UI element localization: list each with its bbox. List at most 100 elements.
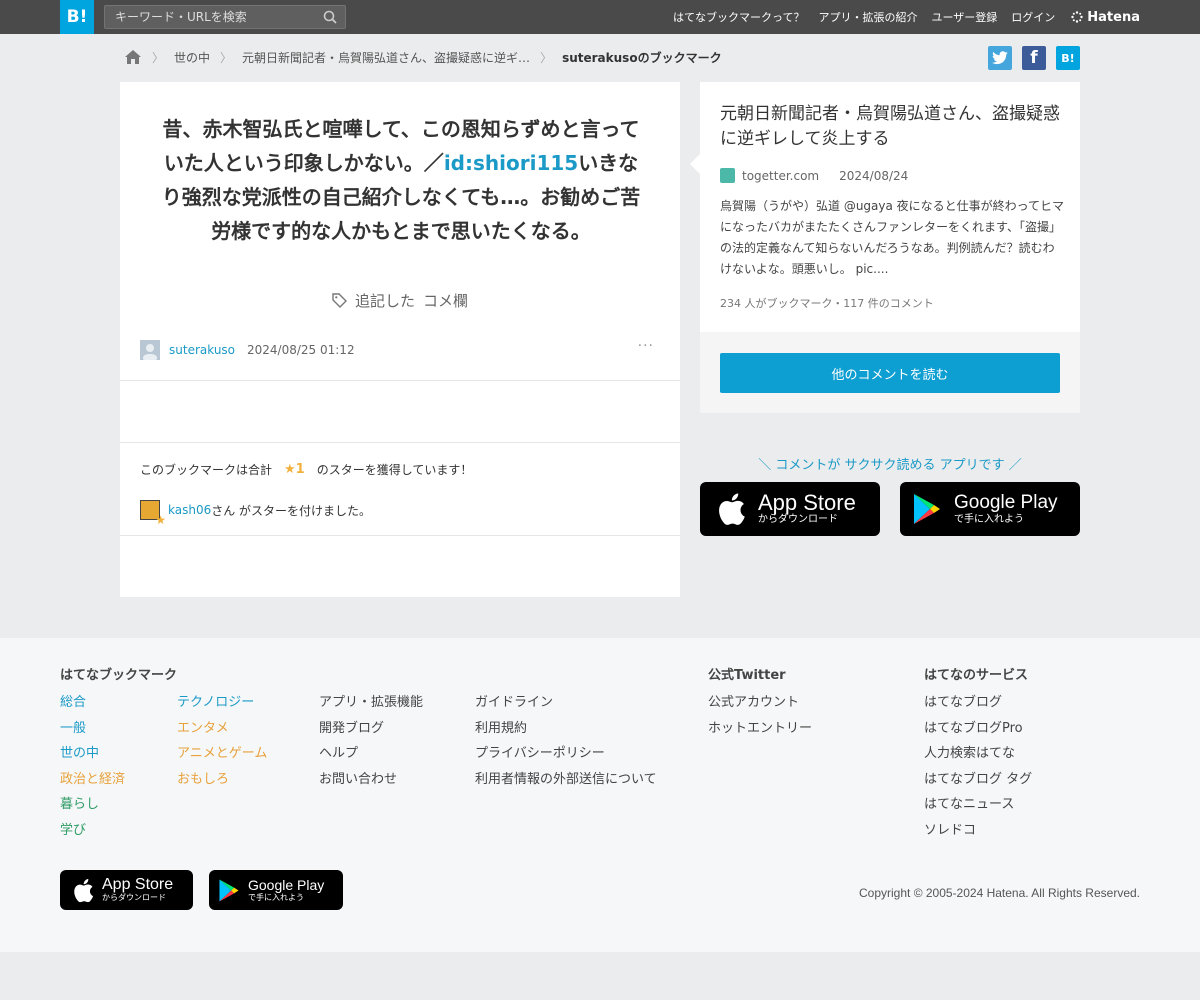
- footer-link[interactable]: ガイドライン: [475, 690, 657, 716]
- footer-twitter-links: 公式アカウント ホットエントリー: [708, 690, 812, 741]
- app-store-title: App Store: [102, 876, 174, 893]
- home-icon[interactable]: [124, 49, 142, 65]
- entry-card: 元朝日新聞記者・烏賀陽弘道さん、盗撮疑惑に逆ギレして炎上する togetter.…: [690, 82, 1080, 413]
- tag-icon: [332, 293, 347, 308]
- facebook-share-button[interactable]: f: [1022, 46, 1046, 70]
- breadcrumb-category[interactable]: 世の中: [174, 49, 210, 66]
- hatena-share-button[interactable]: B!: [1056, 46, 1080, 70]
- footer-link[interactable]: 政治と経済: [60, 767, 125, 793]
- footer-link[interactable]: テクノロジー: [177, 690, 267, 716]
- apple-icon: [719, 493, 745, 525]
- chevron-right-icon: 〉: [540, 50, 553, 65]
- entry-card-footer: 他のコメントを読む: [700, 332, 1080, 413]
- footer-services: はてなブログ はてなブログPro 人力検索はてな はてなブログ タグ はてなニュ…: [924, 690, 1032, 844]
- user-name[interactable]: suterakuso: [169, 343, 235, 357]
- star-summary: このブックマークは合計 ★1 のスターを獲得しています！: [140, 461, 472, 478]
- footer-title-twitter: 公式Twitter: [708, 668, 786, 683]
- breadcrumb-current: suterakusoのブックマーク: [562, 50, 722, 65]
- comment-id-link[interactable]: id:shiori115: [444, 151, 578, 175]
- star-giver-name[interactable]: kash06: [168, 503, 211, 517]
- copyright: Copyright © 2005-2024 Hatena. All Rights…: [859, 886, 1140, 900]
- footer-link[interactable]: ホットエントリー: [708, 716, 812, 742]
- footer-link[interactable]: 総合: [60, 690, 125, 716]
- apple-icon: [74, 878, 94, 902]
- nav-about[interactable]: はてなブックマークって？: [673, 9, 804, 25]
- footer-link[interactable]: アニメとゲーム: [177, 741, 267, 767]
- facebook-icon: f: [1030, 48, 1038, 68]
- footer-link[interactable]: 利用規約: [475, 716, 657, 742]
- footer-link[interactable]: 公式アカウント: [708, 690, 812, 716]
- star-giver-row: ★ kash06 さん がスターを付けました。: [140, 500, 371, 527]
- site-favicon-icon: [720, 168, 735, 183]
- footer-link[interactable]: はてなブログPro: [924, 716, 1032, 742]
- hatena-bookmark-logo[interactable]: B!: [60, 0, 94, 34]
- nav-apps[interactable]: アプリ・拡張の紹介: [819, 9, 918, 25]
- google-play-button[interactable]: Google Play で手に入れよう: [900, 482, 1080, 536]
- app-store-title: App Store: [758, 490, 856, 515]
- search-input[interactable]: [105, 6, 315, 28]
- chevron-right-icon: 〉: [220, 50, 233, 65]
- tag-item[interactable]: 追記した: [355, 290, 415, 311]
- footer-link[interactable]: 暮らし: [60, 792, 125, 818]
- footer-link[interactable]: エンタメ: [177, 716, 267, 742]
- footer-app-store-button[interactable]: App Store からダウンロード: [60, 870, 193, 910]
- top-nav: はてなブックマークって？ アプリ・拡張の紹介 ユーザー登録 ログイン Haten…: [673, 0, 1140, 34]
- footer-link[interactable]: 人力検索はてな: [924, 741, 1032, 767]
- google-play-title: Google Play: [248, 877, 325, 893]
- entry-title[interactable]: 元朝日新聞記者・烏賀陽弘道さん、盗撮疑惑に逆ギレして炎上する: [720, 102, 1065, 152]
- bookmark-card: 昔、赤木智弘氏と喧嘩して、この恩知らずめと言っていた人という印象しかない。／id…: [120, 82, 680, 597]
- bookmark-tags: 追記した コメ欄: [120, 290, 680, 311]
- read-other-comments-button[interactable]: 他のコメントを読む: [720, 353, 1060, 393]
- google-play-icon: [914, 494, 940, 524]
- nav-login[interactable]: ログイン: [1011, 9, 1055, 25]
- footer-link[interactable]: お問い合わせ: [319, 767, 423, 793]
- star-summary-text-2: のスターを獲得しています！: [316, 463, 473, 477]
- app-promo-text: ＼ コメントが サクサク読める アプリです ／: [758, 458, 1022, 473]
- google-play-subtitle: で手に入れよう: [954, 514, 1024, 525]
- more-menu-icon[interactable]: ···: [638, 338, 654, 354]
- footer-link[interactable]: ソレドコ: [924, 818, 1032, 844]
- share-buttons: f B!: [988, 46, 1080, 70]
- star-giver-avatar[interactable]: ★: [140, 500, 166, 527]
- entry-count[interactable]: 234 人がブックマーク・117 件のコメント: [720, 295, 934, 311]
- footer-link[interactable]: おもしろ: [177, 767, 267, 793]
- footer-link[interactable]: はてなブログ タグ: [924, 767, 1032, 793]
- app-store-button[interactable]: App Store からダウンロード: [700, 482, 880, 536]
- hatena-logo-text: Hatena: [1087, 9, 1140, 25]
- footer-google-play-button[interactable]: Google Play で手に入れよう: [209, 870, 343, 910]
- footer-link[interactable]: アプリ・拡張機能: [319, 690, 423, 716]
- footer-link[interactable]: はてなニュース: [924, 792, 1032, 818]
- hatena-bookmark-icon: B!: [1061, 51, 1075, 65]
- nav-register[interactable]: ユーザー登録: [932, 9, 998, 25]
- entry-date: 2024/08/24: [839, 168, 909, 183]
- entry-domain[interactable]: togetter.com: [742, 169, 819, 183]
- footer-link[interactable]: はてなブログ: [924, 690, 1032, 716]
- user-avatar[interactable]: [140, 340, 160, 360]
- tag-item[interactable]: コメ欄: [423, 290, 468, 311]
- footer-categories-b: テクノロジー エンタメ アニメとゲーム おもしろ: [177, 690, 267, 792]
- search-icon[interactable]: [323, 10, 337, 24]
- star-summary-text-1: このブックマークは合計: [140, 463, 273, 477]
- bookmark-date[interactable]: 2024/08/25 01:12: [247, 343, 355, 357]
- google-play-subtitle: で手に入れよう: [248, 893, 304, 902]
- hatena-logo[interactable]: Hatena: [1071, 10, 1140, 25]
- footer-link[interactable]: プライバシーポリシー: [475, 741, 657, 767]
- google-play-labels: Google Play で手に入れよう: [954, 492, 1058, 526]
- footer-links-a: アプリ・拡張機能 開発ブログ ヘルプ お問い合わせ: [319, 690, 423, 792]
- twitter-share-button[interactable]: [988, 46, 1012, 70]
- footer-link[interactable]: ヘルプ: [319, 741, 423, 767]
- default-avatar-icon: [143, 344, 157, 360]
- footer-categories-a: 総合 一般 世の中 政治と経済 暮らし 学び: [60, 690, 125, 844]
- star-count[interactable]: ★1: [284, 462, 305, 477]
- breadcrumb-entry[interactable]: 元朝日新聞記者・烏賀陽弘道さん、盗撮疑惑に逆ギ…: [242, 49, 530, 66]
- breadcrumb: 〉 世の中 〉 元朝日新聞記者・烏賀陽弘道さん、盗撮疑惑に逆ギ… 〉 suter…: [124, 46, 722, 68]
- footer-link[interactable]: 開発ブログ: [319, 716, 423, 742]
- bookmark-user-row: suterakuso 2024/08/25 01:12 ···: [140, 338, 660, 360]
- footer-link[interactable]: 学び: [60, 818, 125, 844]
- footer-link[interactable]: 一般: [60, 716, 125, 742]
- footer-link[interactable]: 世の中: [60, 741, 125, 767]
- app-store-subtitle: からダウンロード: [758, 514, 838, 525]
- entry-meta: togetter.com 2024/08/24: [720, 168, 908, 183]
- footer-link[interactable]: 利用者情報の外部送信について: [475, 767, 657, 793]
- app-store-subtitle: からダウンロード: [102, 893, 166, 902]
